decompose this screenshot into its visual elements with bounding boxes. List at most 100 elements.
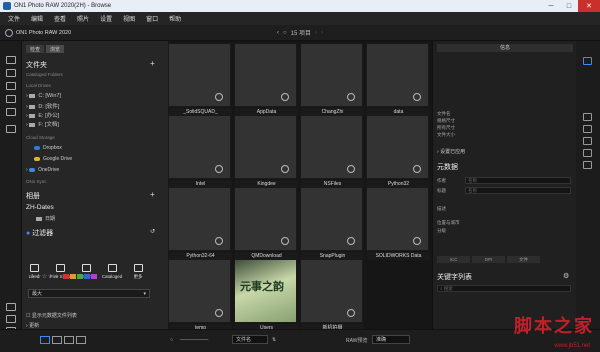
- cloud-dropbox[interactable]: Dropbox: [34, 145, 62, 151]
- icc-button[interactable]: ICC: [437, 256, 470, 263]
- layers-icon[interactable]: [6, 108, 16, 116]
- calendar-icon: [36, 216, 42, 221]
- add-album-icon[interactable]: +: [150, 190, 155, 199]
- folder-thumbnail[interactable]: QMDownload: [234, 187, 298, 260]
- heart-icon: [29, 264, 39, 272]
- keyword-search-input[interactable]: ⌕ 搜索: [437, 285, 571, 292]
- filmstrip-view-icon[interactable]: [52, 336, 62, 344]
- compare-view-icon[interactable]: [76, 336, 86, 344]
- drive-d[interactable]: › D: [软件]: [26, 102, 59, 110]
- menu-display[interactable]: 视图: [123, 14, 135, 23]
- meta-author-field[interactable]: 名称: [465, 177, 571, 184]
- menu-edit[interactable]: 编辑: [31, 14, 43, 23]
- detail-view-icon[interactable]: [64, 336, 74, 344]
- filter-cataloged[interactable]: Cataloged: [102, 264, 122, 280]
- label-red-swatch[interactable]: [62, 273, 69, 279]
- share-icon[interactable]: [583, 125, 592, 133]
- drive-e[interactable]: › E: [办公]: [26, 111, 59, 119]
- folder-thumbnail[interactable]: Python32: [366, 115, 430, 188]
- folder-thumbnail[interactable]: _SolidSQUAD_: [168, 43, 232, 116]
- sort-by-dropdown[interactable]: 文件名: [232, 335, 268, 344]
- next-arrow-icon[interactable]: ›: [321, 30, 323, 36]
- folder-thumbnail[interactable]: temp: [168, 259, 232, 332]
- thumbnail-size-slider[interactable]: ────────: [180, 337, 208, 343]
- meta-buttons: ICC DPI 文件: [437, 256, 540, 263]
- zh-dates-item[interactable]: 日期: [36, 215, 55, 222]
- menu-file[interactable]: 文件: [8, 14, 20, 23]
- label-yellow-swatch[interactable]: [69, 273, 76, 279]
- gear-icon[interactable]: ⚙: [563, 272, 569, 280]
- minimize-button[interactable]: ─: [542, 0, 560, 12]
- meta-title-field[interactable]: 名称: [465, 187, 571, 194]
- folder-thumbnail[interactable]: Intel: [168, 115, 232, 188]
- info-tab[interactable]: 信息: [437, 44, 573, 52]
- print-icon[interactable]: [583, 137, 592, 145]
- cloud-onedrive[interactable]: › OneDrive: [26, 167, 59, 173]
- label-blue-swatch[interactable]: [83, 273, 90, 279]
- filter-icon[interactable]: [6, 125, 16, 133]
- tab-browse[interactable]: 浏览: [46, 45, 64, 53]
- update-item[interactable]: › 更新: [26, 322, 39, 329]
- sort-direction-icon[interactable]: ⇅: [272, 337, 276, 343]
- menu-view[interactable]: 查看: [54, 14, 66, 23]
- folder-thumbnail[interactable]: Kingdee: [234, 115, 298, 188]
- reset-filter-icon[interactable]: ↺: [150, 228, 155, 235]
- rating-filter[interactable]: ☆☆☆☆☆: [30, 273, 97, 280]
- show-hidden-checkbox[interactable]: ☐ 显示元数据文件列表: [26, 312, 77, 319]
- album-icon[interactable]: [6, 82, 16, 90]
- grid-view-icon[interactable]: [40, 336, 50, 344]
- maximize-button[interactable]: □: [560, 0, 578, 12]
- paint-tool-icon[interactable]: [583, 57, 592, 65]
- label-purple-swatch[interactable]: [90, 273, 97, 279]
- settings-applied-row[interactable]: › 设置已应用: [437, 148, 465, 155]
- folder-icon: [347, 165, 355, 173]
- folder-thumbnail[interactable]: data: [366, 43, 430, 116]
- folder-thumbnail[interactable]: Python32-64: [168, 187, 232, 260]
- star-rating-icon: ☆☆☆☆☆: [30, 274, 60, 280]
- back-arrow-icon[interactable]: ‹: [277, 30, 279, 36]
- folder-thumbnail[interactable]: SOLIDWORKS Data: [366, 187, 430, 260]
- email-icon[interactable]: [583, 161, 592, 169]
- folder-thumbnail[interactable]: 元事之韵 Users: [234, 259, 298, 332]
- cloud-label: Google Drive: [43, 156, 73, 162]
- menu-settings[interactable]: 设置: [100, 14, 112, 23]
- sort-by-value: 文件名: [236, 337, 252, 343]
- forward-arrow-icon[interactable]: ‹: [315, 30, 317, 36]
- folder-thumbnail[interactable]: NSFiles: [300, 115, 364, 188]
- cloud-google-drive[interactable]: Google Drive: [34, 156, 72, 162]
- panel-icon[interactable]: [583, 113, 592, 121]
- menu-photo[interactable]: 照片: [77, 14, 89, 23]
- menu-window[interactable]: 窗口: [146, 14, 158, 23]
- user-icon[interactable]: [6, 303, 16, 311]
- folder-thumbnail[interactable]: 新机拍摄: [300, 259, 364, 332]
- info-filename: 文件名: [437, 111, 451, 116]
- camera-icon[interactable]: [6, 69, 16, 77]
- file-button[interactable]: 文件: [507, 256, 540, 263]
- drive-c[interactable]: › C: [Win7]: [26, 93, 61, 99]
- left-tabs: 检查 浏览: [26, 45, 64, 53]
- bookmark-icon[interactable]: [6, 315, 16, 323]
- menu-help[interactable]: 帮助: [169, 14, 181, 23]
- dpi-button[interactable]: DPI: [472, 256, 505, 263]
- filter-more[interactable]: 更多: [130, 264, 146, 280]
- raw-preview-dropdown[interactable]: 准确: [372, 335, 410, 344]
- folder-icon: [281, 165, 289, 173]
- folder-nav: ‹ ○ 15 项目 ‹ ›: [277, 28, 323, 38]
- app-icon: [3, 2, 11, 10]
- folder-thumbnail[interactable]: ChangZhi: [300, 43, 364, 116]
- sort-dropdown[interactable]: 最大 ▾: [28, 289, 150, 298]
- on1-logo-icon: [5, 29, 13, 37]
- folder-thumbnail[interactable]: SnapPlugin: [300, 187, 364, 260]
- zoom-out-icon[interactable]: ○: [170, 337, 173, 343]
- add-folder-icon[interactable]: +: [150, 59, 155, 68]
- label-green-swatch[interactable]: [76, 273, 83, 279]
- browse-module-icon[interactable]: [6, 56, 16, 64]
- close-button[interactable]: ✕: [578, 0, 600, 12]
- export-icon[interactable]: [583, 149, 592, 157]
- meta-desc-label: 描述: [437, 206, 446, 211]
- folder-thumbnail[interactable]: AppData: [234, 43, 298, 116]
- cloud-icon[interactable]: [6, 95, 16, 103]
- drive-f[interactable]: › F: [文档]: [26, 120, 59, 128]
- tab-inspect[interactable]: 检查: [26, 45, 44, 53]
- clock-icon: [81, 264, 91, 272]
